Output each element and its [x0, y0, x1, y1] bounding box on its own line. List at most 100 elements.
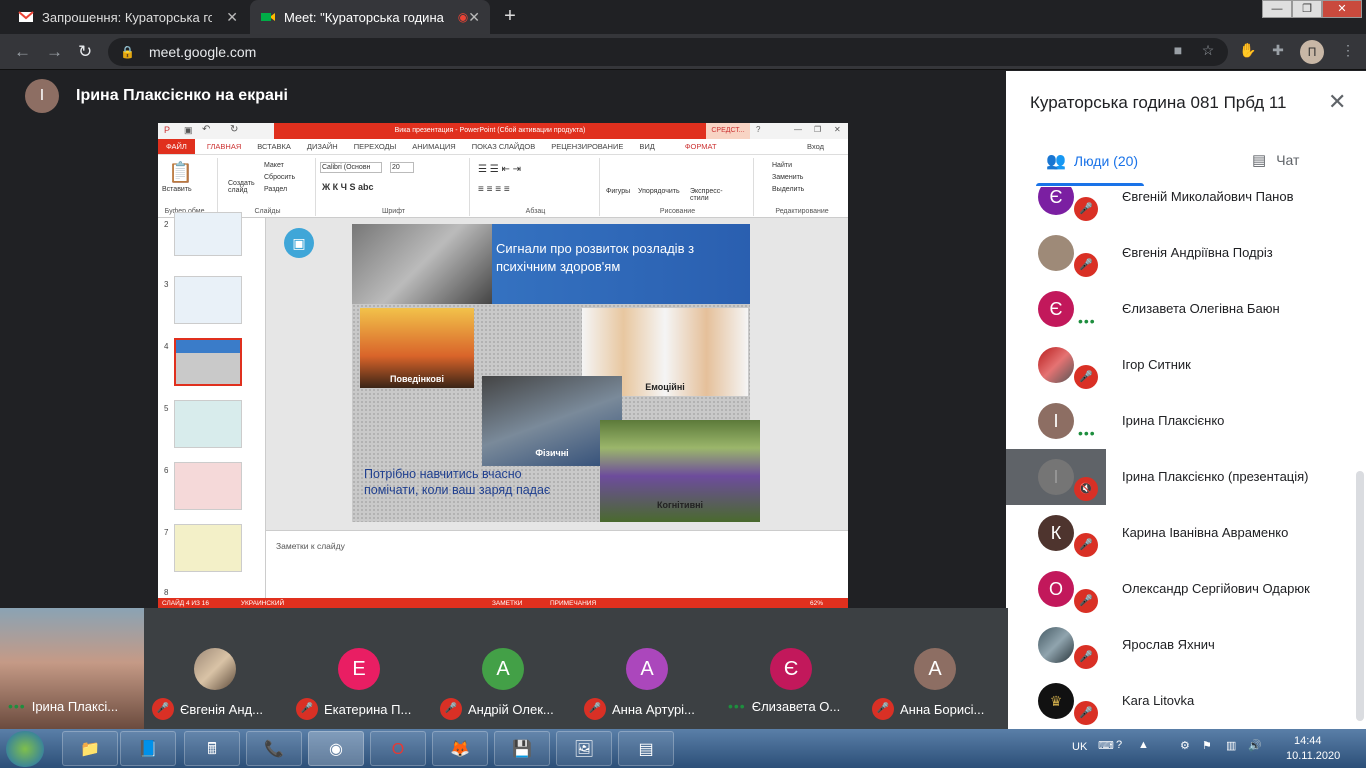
slide-thumbnail-active[interactable] [174, 338, 242, 386]
replace-button[interactable]: Заменить [772, 174, 803, 181]
save-icon[interactable]: ▣ [184, 125, 193, 136]
menu-design[interactable]: ДИЗАЙН [307, 142, 338, 151]
volume-icon[interactable]: 🔊 [1248, 739, 1262, 752]
ppt-restore-icon[interactable]: ❐ [814, 125, 821, 134]
extension-hand-icon[interactable]: ✋ [1238, 42, 1258, 62]
shapes-button[interactable]: Фигуры [606, 188, 630, 195]
font-size-select[interactable]: 20 [390, 162, 414, 173]
keyboard-icon[interactable]: ⌨ [1098, 739, 1114, 752]
clock-time[interactable]: 14:44 [1294, 735, 1322, 747]
layout-button[interactable]: Макет [264, 162, 284, 169]
reset-button[interactable]: Сбросить [264, 174, 295, 181]
ppt-close-icon[interactable]: ✕ [834, 125, 841, 134]
calculator-icon[interactable]: 🖩 [184, 731, 240, 766]
participant-row[interactable]: 🎤 Євгенія Андріївна Подріз [1006, 225, 1354, 281]
undo-icon[interactable]: ↶ [202, 124, 210, 135]
bold-button[interactable]: Ж К Ч S abc [322, 182, 373, 192]
save-disk-icon[interactable]: 💾 [494, 731, 550, 766]
menu-insert[interactable]: ВСТАВКА [257, 142, 291, 151]
menu-animation[interactable]: АНИМАЦИЯ [412, 142, 455, 151]
menu-home[interactable]: ГЛАВНАЯ [207, 142, 241, 151]
language-indicator[interactable]: UK [1072, 741, 1087, 753]
maximize-button[interactable]: ❐ [1292, 0, 1322, 18]
participant-list-scrollbar[interactable] [1356, 471, 1364, 721]
tab-people[interactable]: 👥 Люди (20) [1046, 151, 1138, 171]
address-bar[interactable]: 🔒 meet.google.com [108, 38, 1228, 66]
ppt-minimize-icon[interactable]: — [794, 125, 802, 134]
notes-app-icon[interactable]: 📘 [120, 731, 176, 766]
participant-row[interactable]: К 🎤 Карина Іванівна Авраменко [1006, 505, 1354, 561]
flag-icon[interactable]: ⚑ [1202, 739, 1212, 752]
quick-styles-button[interactable]: Экспресс-стили [690, 188, 730, 202]
slide-thumbnail[interactable] [174, 276, 242, 324]
opera-icon[interactable]: O [370, 731, 426, 766]
app-window-icon[interactable]: ▤ [618, 731, 674, 766]
participant-tile[interactable]: Е 🎤 Екатерина П... [288, 608, 432, 729]
minimize-button[interactable]: — [1262, 0, 1292, 18]
help-tray-icon[interactable]: ? [1116, 739, 1122, 751]
chrome-icon[interactable]: ◉ [308, 731, 364, 766]
close-tab-icon[interactable]: ✕ [226, 9, 238, 26]
new-slide-button[interactable]: Создать слайд [228, 180, 260, 194]
menu-slideshow[interactable]: ПОКАЗ СЛАЙДОВ [472, 142, 536, 151]
paste-icon[interactable]: 📋 [168, 160, 193, 185]
close-tab-icon[interactable]: ✕ [468, 9, 480, 26]
slide-thumbnail[interactable] [174, 524, 242, 572]
font-name-select[interactable]: Calibri (Основн [320, 162, 382, 173]
align-icon[interactable]: ≡ ≡ ≡ ≡ [478, 184, 510, 195]
participant-tile[interactable]: Є ••• Єлизавета О... [720, 608, 864, 729]
help-icon[interactable]: ? [756, 125, 760, 134]
participant-tile[interactable]: А 🎤 Андрій Олек... [432, 608, 576, 729]
tray-app-icon[interactable]: ⚙ [1180, 739, 1190, 752]
firefox-icon[interactable]: 🦊 [432, 731, 488, 766]
participant-row[interactable]: 🎤 Ярослав Яхнич [1006, 617, 1354, 673]
participant-row[interactable]: Є 🎤 Євгеній Миколайович Панов [1006, 187, 1354, 225]
current-slide[interactable]: Сигнали про розвиток розладів з психічни… [352, 224, 760, 522]
find-button[interactable]: Найти [772, 162, 792, 169]
participant-row[interactable]: Є ••• Єлизавета Олегівна Баюн [1006, 281, 1354, 337]
participant-row[interactable]: 🎤 Ігор Ситник [1006, 337, 1354, 393]
participant-row[interactable]: ♛ 🎤 Kara Litovka [1006, 673, 1354, 729]
camera-icon[interactable]: ■ [1168, 42, 1188, 62]
explorer-icon[interactable]: 📁 [62, 731, 118, 766]
participant-row[interactable]: О 🎤 Олександр Сергійович Одарюк [1006, 561, 1354, 617]
bullets-icon[interactable]: ☰ ☰ ⇤ ⇥ [478, 164, 521, 175]
show-hidden-icon[interactable]: ▲ [1138, 739, 1149, 751]
menu-file[interactable]: ФАЙЛ [158, 139, 195, 154]
profile-avatar[interactable]: П [1300, 40, 1324, 64]
participant-row-presentation[interactable]: І 🔇 Ірина Плаксієнко (презентація) [1006, 449, 1354, 505]
new-tab-button[interactable]: + [498, 6, 522, 28]
menu-review[interactable]: РЕЦЕНЗИРОВАНИЕ [551, 142, 623, 151]
network-icon[interactable]: ▥ [1226, 739, 1236, 752]
menu-view[interactable]: ВИД [639, 142, 654, 151]
section-button[interactable]: Раздел [264, 186, 287, 193]
slide-thumbnail[interactable] [174, 400, 242, 448]
back-icon[interactable]: ← [14, 42, 31, 62]
notes-pane[interactable]: Заметки к слайду [266, 530, 848, 598]
bookmark-star-icon[interactable]: ☆ [1198, 42, 1218, 62]
forward-icon[interactable]: → [46, 42, 63, 62]
clock-date[interactable]: 10.11.2020 [1286, 750, 1340, 762]
image-viewer-icon[interactable]: 🖼 [556, 731, 612, 766]
slide-thumbnail[interactable] [174, 212, 242, 256]
reload-icon[interactable]: ↻ [78, 42, 92, 62]
menu-transitions[interactable]: ПЕРЕХОДЫ [354, 142, 397, 151]
tab-chat[interactable]: ▤ Чат [1252, 151, 1299, 169]
tab-meet[interactable]: Meet: "Кураторська година ◉ ✕ [250, 0, 490, 34]
ppt-context-tab[interactable]: СРЕДСТ... [706, 123, 750, 139]
close-panel-icon[interactable]: ✕ [1328, 89, 1346, 115]
signin-link[interactable]: Вход [807, 142, 824, 151]
menu-format[interactable]: ФОРМАТ [685, 142, 717, 151]
redo-icon[interactable]: ↻ [230, 124, 238, 135]
extensions-icon[interactable]: ✚ [1268, 42, 1288, 62]
participant-tile[interactable]: А 🎤 Анна Артурі... [576, 608, 720, 729]
menu-icon[interactable]: ⋮ [1338, 42, 1358, 62]
select-button[interactable]: Выделить [772, 186, 804, 193]
slide-thumbnail[interactable] [174, 462, 242, 510]
participant-row[interactable]: І ••• Ірина Плаксієнко [1006, 393, 1354, 449]
participant-tile[interactable]: А 🎤 Анна Борисі... [864, 608, 1008, 729]
tab-gmail[interactable]: Запрошення: Кураторська годи ✕ [8, 0, 248, 34]
viber-icon[interactable]: 📞 [246, 731, 302, 766]
start-button[interactable] [6, 731, 44, 767]
participant-tile[interactable]: 🎤 Євгенія Анд... [144, 608, 288, 729]
